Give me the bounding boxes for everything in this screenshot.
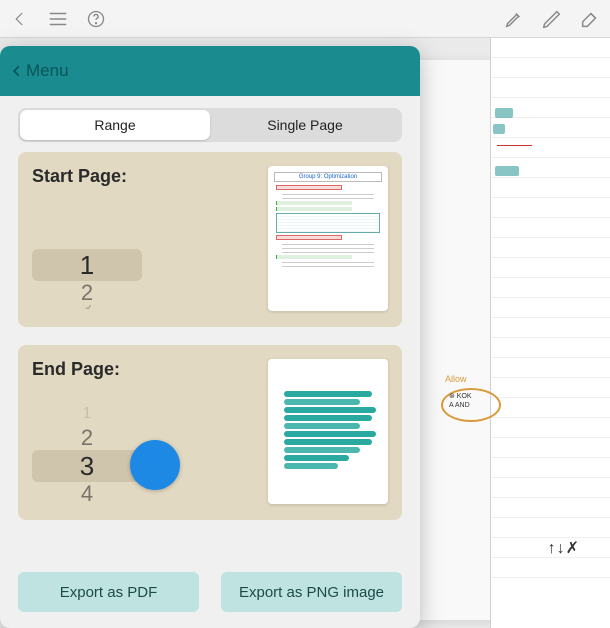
picker-value-selected[interactable]: 3 bbox=[32, 450, 142, 482]
range-mode-segmented: Range Single Page bbox=[18, 108, 402, 142]
start-page-thumbnail: Group 9: Optimization bbox=[268, 166, 388, 311]
ink-pen-icon[interactable] bbox=[502, 7, 526, 31]
picker-value[interactable]: 2 bbox=[32, 426, 142, 450]
picker-value[interactable]: 4 bbox=[32, 482, 142, 504]
pencil-icon[interactable] bbox=[540, 7, 564, 31]
highlighter-icon[interactable] bbox=[578, 7, 602, 31]
back-icon[interactable] bbox=[8, 7, 32, 31]
margin-note: A AND bbox=[449, 402, 470, 409]
menu-icon[interactable] bbox=[46, 7, 70, 31]
start-page-title: Start Page: bbox=[32, 166, 258, 187]
touch-indicator bbox=[130, 440, 180, 490]
back-to-menu-button[interactable]: Menu bbox=[10, 61, 69, 81]
document-page[interactable]: Allow ⊛ KOK A AND ↑↓✗ bbox=[490, 38, 610, 628]
tab-single-page[interactable]: Single Page bbox=[210, 110, 400, 140]
end-page-card: End Page: 1 2 3 4 5 (last) bbox=[18, 345, 402, 520]
picker-value[interactable]: 3 bbox=[32, 305, 142, 309]
top-toolbar bbox=[0, 0, 610, 38]
start-page-picker[interactable]: 1 2 3 bbox=[32, 249, 142, 309]
popover-header: Menu bbox=[0, 46, 420, 96]
export-pdf-button[interactable]: Export as PDF bbox=[18, 572, 199, 612]
thumb-header: Group 9: Optimization bbox=[274, 172, 382, 182]
end-page-picker[interactable]: 1 2 3 4 5 (last) bbox=[32, 404, 142, 504]
picker-value[interactable]: 2 bbox=[32, 281, 142, 305]
tab-range[interactable]: Range bbox=[20, 110, 210, 140]
margin-label: Allow bbox=[445, 374, 467, 384]
picker-value[interactable]: 1 bbox=[32, 404, 142, 426]
margin-note: ⊛ KOK bbox=[449, 392, 472, 400]
export-popover: Menu Range Single Page Start Page: 1 2 3… bbox=[0, 46, 420, 628]
back-label: Menu bbox=[26, 61, 69, 81]
start-page-card: Start Page: 1 2 3 Group 9: Optimization bbox=[18, 152, 402, 327]
help-icon[interactable] bbox=[84, 7, 108, 31]
end-page-thumbnail bbox=[268, 359, 388, 504]
end-page-title: End Page: bbox=[32, 359, 258, 380]
export-png-button[interactable]: Export as PNG image bbox=[221, 572, 402, 612]
page-symbol: ↑↓✗ bbox=[548, 538, 580, 558]
picker-value-selected[interactable]: 1 bbox=[32, 249, 142, 281]
